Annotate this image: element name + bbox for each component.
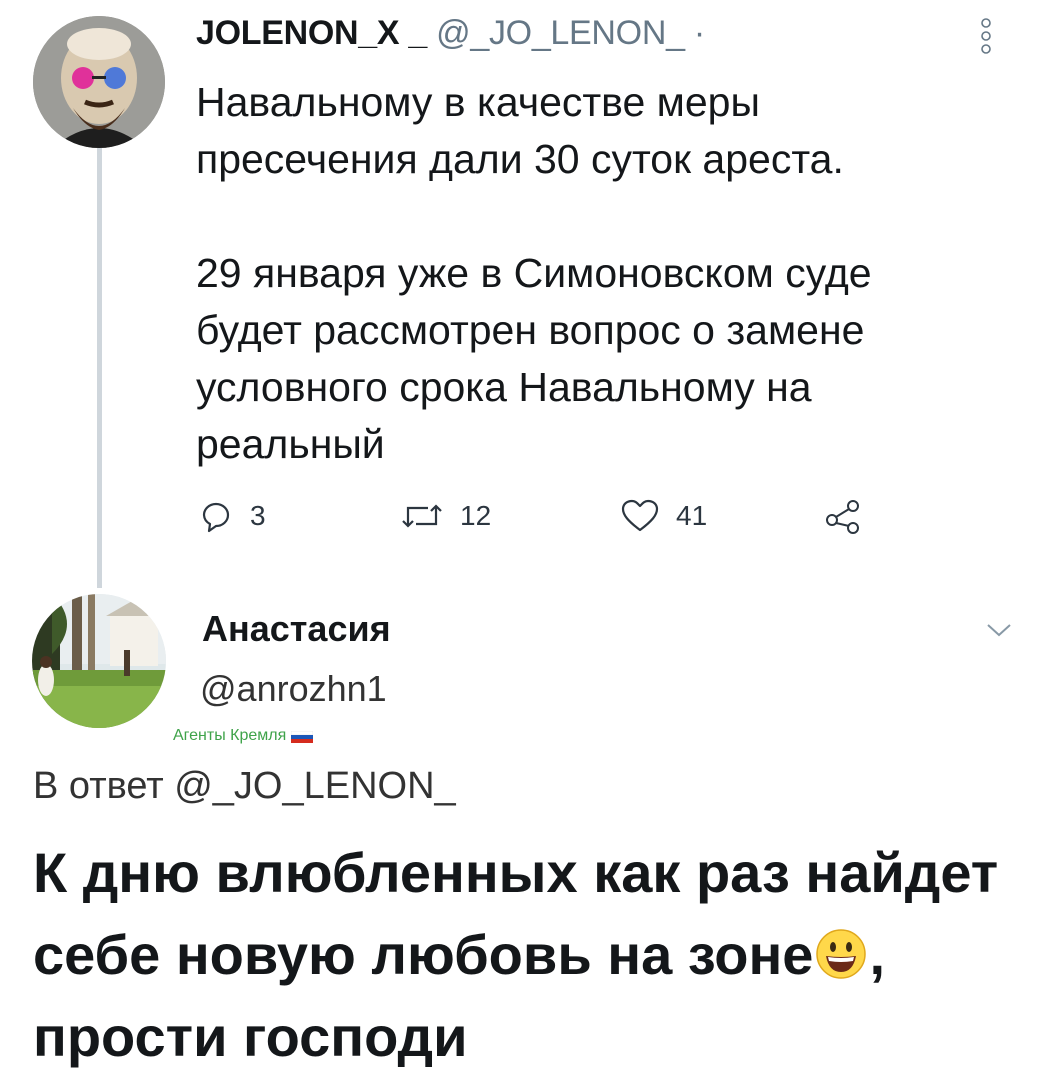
grinning-emoji-icon xyxy=(815,920,867,979)
chevron-down-icon[interactable] xyxy=(984,620,1014,640)
retweet-count: 12 xyxy=(460,500,492,531)
more-vertical-icon[interactable] xyxy=(975,16,997,56)
user-badge: Агенты Кремля xyxy=(173,727,314,745)
tweet-text-paragraph-1: Навальному в качестве меры пресечения да… xyxy=(196,79,844,182)
author-handle[interactable]: @_JO_LENON_ xyxy=(436,14,685,52)
reply-icon xyxy=(198,498,234,534)
like-count: 41 xyxy=(676,500,708,531)
share-button[interactable] xyxy=(823,496,863,536)
reply-handle-link[interactable]: @_JO_LENON_ xyxy=(174,765,455,807)
avatar[interactable] xyxy=(33,16,165,148)
reply-prefix: В ответ xyxy=(33,765,164,807)
author-name[interactable]: Анастасия xyxy=(202,608,391,650)
badge-label: Агенты Кремля xyxy=(173,727,287,744)
thread-line xyxy=(97,148,102,588)
author-handle[interactable]: @anrozhn1 xyxy=(200,668,387,710)
tweet-text: Навальному в качестве меры пресечения да… xyxy=(196,74,996,473)
author-name[interactable]: JOLENON_X _ xyxy=(196,14,427,52)
retweet-icon xyxy=(400,498,444,534)
flag-icon xyxy=(291,730,314,743)
share-icon xyxy=(823,498,863,534)
reply-context: В ответ @_JO_LENON_ xyxy=(33,765,456,808)
like-icon xyxy=(620,498,660,534)
header-separator: · xyxy=(693,14,705,52)
tweet-text-paragraph-2: 29 января уже в Симоновском суде будет р… xyxy=(196,250,872,467)
tweet-text: К дню влюбленных как раз найдет себе нов… xyxy=(33,832,1023,1078)
reply-count: 3 xyxy=(250,500,266,531)
retweet-button[interactable]: 12 xyxy=(400,496,491,536)
avatar[interactable] xyxy=(32,594,166,728)
like-button[interactable]: 41 xyxy=(620,496,707,536)
tweet-header: JOLENON_X _ @_JO_LENON_ · xyxy=(196,14,705,53)
reply-button[interactable]: 3 xyxy=(198,496,266,536)
